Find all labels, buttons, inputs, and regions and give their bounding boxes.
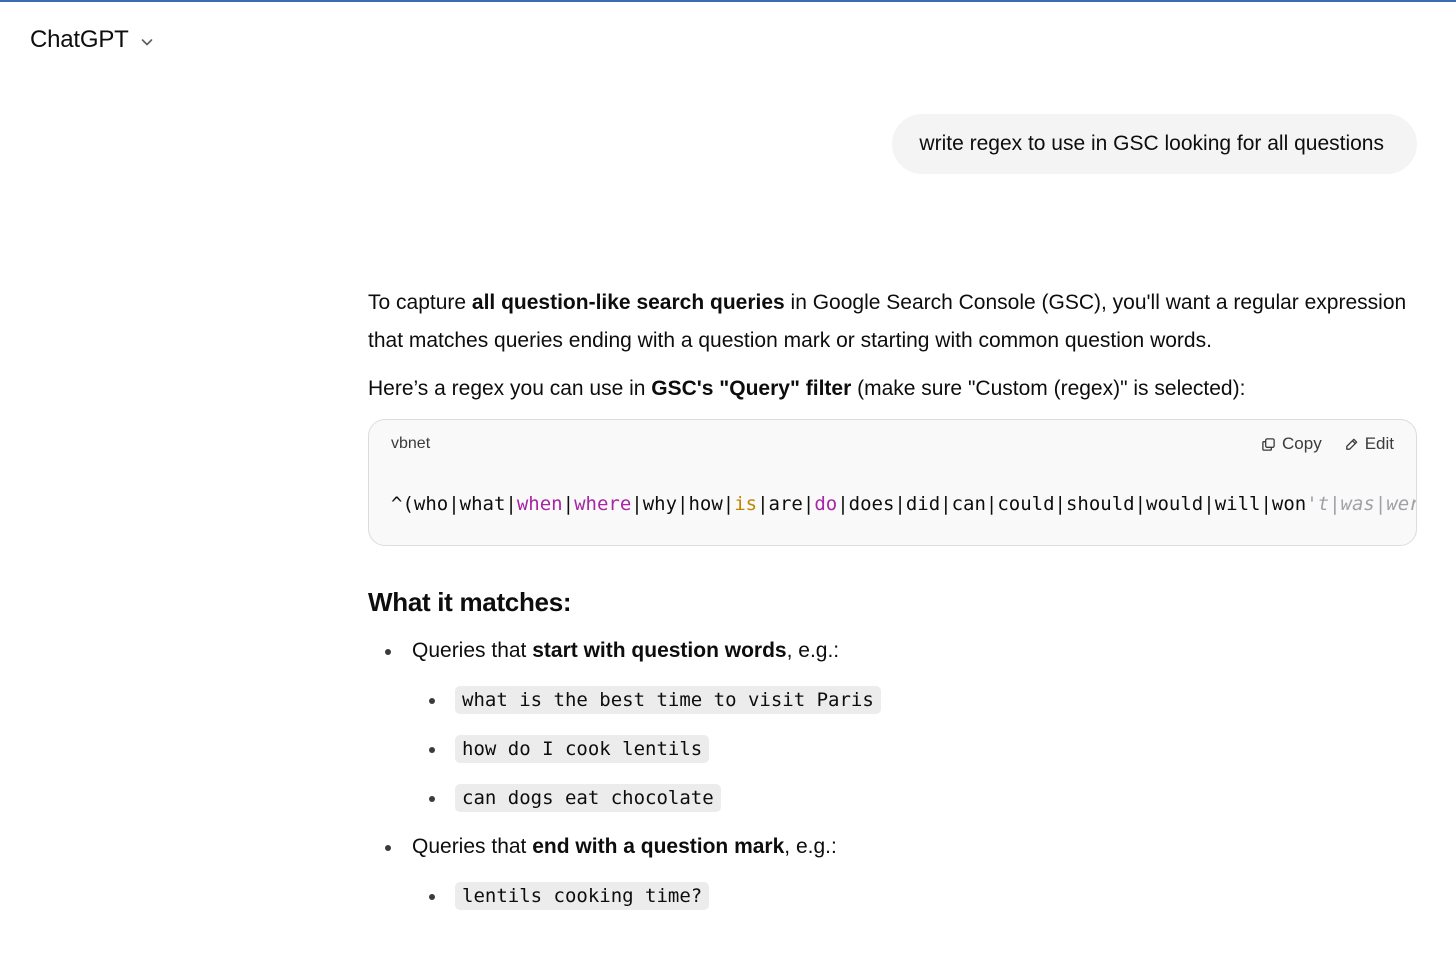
response-regex-intro: Here’s a regex you can use in GSC's "Que… <box>368 370 1417 408</box>
text-run: (make sure "Custom (regex)" is selected)… <box>851 377 1246 400</box>
code-block: vbnet Copy Edit ^(who|what|when|where|wh… <box>368 419 1417 546</box>
text-run: To capture <box>368 291 472 314</box>
code-token: ^(who|what| <box>391 493 517 515</box>
bold-text: GSC's "Query" filter <box>651 377 852 400</box>
inline-code: how do I cook lentils <box>455 735 710 763</box>
example-item: how do I cook lentils <box>368 733 1417 765</box>
model-selector-title: ChatGPT <box>30 26 129 53</box>
code-actions: Copy Edit <box>1261 434 1394 454</box>
code-token: |why|how| <box>631 493 735 515</box>
copy-code-button[interactable]: Copy <box>1261 434 1322 454</box>
code-token: where <box>574 493 632 515</box>
edit-pencil-icon <box>1345 438 1358 450</box>
code-token: do <box>814 493 838 515</box>
example-item: what is the best time to visit Paris <box>368 684 1417 716</box>
list-item: Queries that start with question words, … <box>368 635 1417 814</box>
text-run: Queries that <box>412 639 533 662</box>
section-heading: What it matches: <box>368 587 572 617</box>
code-token: is <box>734 493 758 515</box>
list-item-text: Queries that end with a question mark, e… <box>412 835 837 858</box>
code-token: |are| <box>757 493 815 515</box>
list-item-text: Queries that start with question words, … <box>412 639 839 662</box>
copy-label: Copy <box>1282 434 1322 453</box>
copy-icon <box>1262 437 1275 451</box>
code-token: | <box>562 493 575 515</box>
response-intro-paragraph: To capture all question-like search quer… <box>368 284 1417 360</box>
code-language-label: vbnet <box>391 435 431 452</box>
text-run: Queries that <box>412 835 533 858</box>
example-list: lentils cooking time? <box>412 880 1417 912</box>
bold-text: end with a question mark <box>532 835 785 858</box>
example-item: can dogs eat chocolate <box>368 782 1417 814</box>
edit-code-button[interactable]: Edit <box>1344 434 1394 454</box>
inline-code: lentils cooking time? <box>455 882 710 910</box>
text-run: , e.g.: <box>784 835 837 858</box>
matches-list: Queries that start with question words, … <box>368 635 1417 912</box>
assistant-response: To capture all question-like search quer… <box>368 284 1417 912</box>
text-run: Here’s a regex you can use in <box>368 377 652 400</box>
user-message-text: write regex to use in GSC looking for al… <box>919 132 1384 155</box>
text-run: , e.g.: <box>786 639 840 662</box>
edit-label: Edit <box>1364 434 1394 453</box>
inline-code: what is the best time to visit Paris <box>455 686 881 714</box>
chevron-down-icon <box>141 38 152 45</box>
bold-text: start with question words <box>532 639 787 662</box>
inline-code: can dogs eat chocolate <box>455 784 721 812</box>
example-item: lentils cooking time? <box>368 880 1417 912</box>
example-list: what is the best time to visit Paris how … <box>412 684 1417 814</box>
bold-text: all question-like search queries <box>471 291 785 314</box>
code-token: 't|was|were|have|has|had)\b|\?$ <box>1306 493 1416 515</box>
list-item: Queries that end with a question mark, e… <box>368 831 1417 912</box>
code-token: |does|did|can|could|should|would|will|wo… <box>837 493 1307 515</box>
regex-code-line: ^(who|what|when|where|why|how|is|are|do|… <box>391 493 1416 515</box>
model-selector[interactable]: ChatGPT <box>30 26 155 54</box>
code-token: when <box>516 493 563 515</box>
user-message-bubble: write regex to use in GSC looking for al… <box>892 114 1417 174</box>
